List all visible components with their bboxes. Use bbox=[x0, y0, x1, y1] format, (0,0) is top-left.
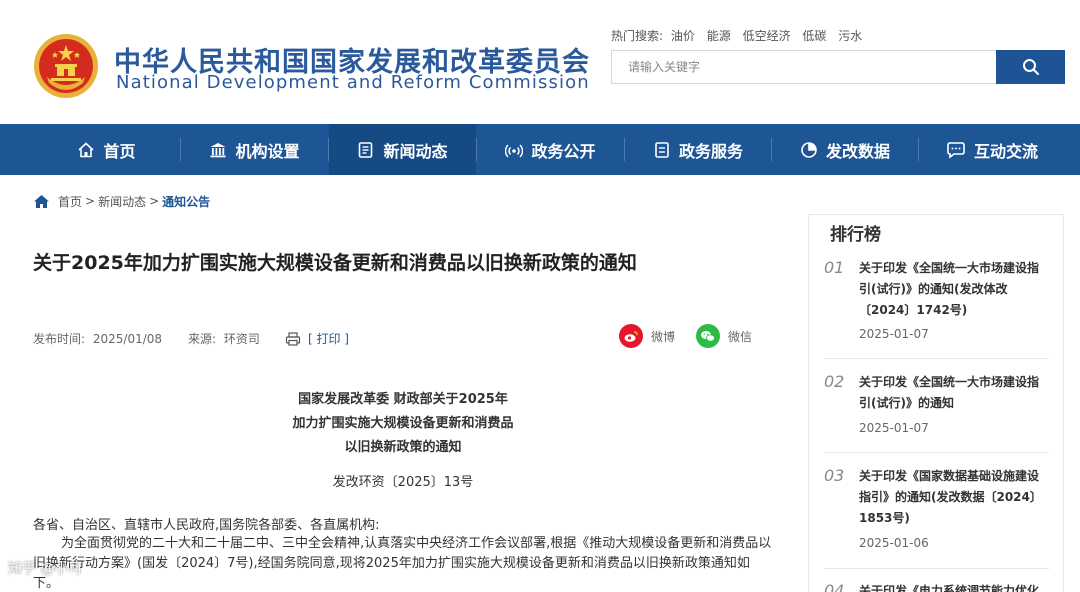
search-box bbox=[611, 50, 997, 84]
article-source: 来源: 环资司 bbox=[188, 330, 260, 347]
chat-icon bbox=[946, 141, 966, 159]
document-heading-line: 加力扩围实施大规模设备更新和消费品 bbox=[292, 416, 514, 431]
source-value: 环资司 bbox=[223, 332, 260, 346]
share-label: 微信 bbox=[728, 329, 753, 344]
search-icon bbox=[1022, 59, 1039, 75]
nav-item-gov-affairs[interactable]: 政务公开 bbox=[477, 124, 624, 175]
print-label: [ 打印 ] bbox=[308, 332, 349, 346]
ranking-date: 2025-01-07 bbox=[859, 327, 929, 341]
body-paragraph: 为全面贯彻党的二十大和二十届二中、三中全会精神,认真落实中央经济工作会议部署,根… bbox=[33, 536, 772, 591]
share-weibo[interactable]: 微博 bbox=[619, 324, 675, 348]
hot-searches-label: 热门搜索: bbox=[611, 29, 664, 43]
ranking-link[interactable]: 关于印发《全国统一大市场建设指引(试行)》的通知 bbox=[859, 372, 1049, 414]
hot-search-link[interactable]: 低碳 bbox=[802, 29, 826, 43]
document-heading-line: 以旧换新政策的通知 bbox=[344, 440, 462, 455]
addressee: 各省、自治区、直辖市人民政府,国务院各部委、各直属机构: bbox=[33, 518, 380, 533]
hot-search-link[interactable]: 低空经济 bbox=[743, 29, 791, 43]
document-heading-line: 国家发展改革委 财政部关于2025年 bbox=[298, 392, 508, 407]
nav-item-institution[interactable]: 机构设置 bbox=[181, 124, 328, 175]
site-subtitle: National Development and Reform Commissi… bbox=[116, 72, 590, 93]
nav-item-news[interactable]: 新闻动态 bbox=[329, 124, 476, 175]
hot-search-link[interactable]: 油价 bbox=[671, 29, 695, 43]
breadcrumb-home[interactable]: 首页 bbox=[58, 193, 82, 210]
breadcrumb: 首页 > 新闻动态 > 通知公告 bbox=[33, 192, 210, 210]
nav-item-data[interactable]: 发改数据 bbox=[772, 124, 918, 175]
service-icon bbox=[653, 141, 671, 159]
nav-label: 发改数据 bbox=[825, 141, 890, 161]
nav-label: 机构设置 bbox=[235, 141, 300, 161]
document-heading: 国家发展改革委 财政部关于2025年 加力扩围实施大规模设备更新和消费品 以旧换… bbox=[200, 388, 606, 460]
national-emblem-icon[interactable] bbox=[33, 33, 99, 99]
ranking-number: 02 bbox=[824, 372, 845, 391]
home-icon bbox=[77, 141, 95, 159]
news-icon bbox=[357, 141, 375, 159]
ranking-number: 04 bbox=[824, 581, 845, 592]
nav-label: 新闻动态 bbox=[383, 141, 448, 161]
hot-search-link[interactable]: 污水 bbox=[838, 29, 862, 43]
search-button[interactable] bbox=[996, 50, 1065, 84]
publish-date: 2025/01/08 bbox=[92, 332, 163, 346]
ranking-title: 排行榜 bbox=[830, 225, 881, 245]
home-icon[interactable] bbox=[33, 194, 50, 209]
nav-label: 互动交流 bbox=[973, 141, 1038, 161]
nav-item-home[interactable]: 首页 bbox=[33, 124, 180, 175]
divider bbox=[824, 568, 1049, 569]
share-wechat[interactable]: 微信 bbox=[696, 324, 752, 348]
divider bbox=[824, 358, 1049, 359]
breadcrumb-separator: > bbox=[85, 194, 96, 208]
hot-searches: 热门搜索: 油价 能源 低空经济 低碳 污水 bbox=[611, 27, 870, 44]
document-number: 发改环资〔2025〕13号 bbox=[332, 475, 474, 490]
publish-time: 发布时间: 2025/01/08 bbox=[33, 330, 162, 347]
main-nav: 首页 机构设置 新闻动态 政务公开 政务服务 发改数据 互动交流 bbox=[0, 124, 1080, 175]
breadcrumb-separator: > bbox=[149, 194, 160, 208]
article-title: 关于2025年加力扩围实施大规模设备更新和消费品以旧换新政策的通知 bbox=[33, 252, 637, 274]
site-header: 中华人民共和国国家发展和改革委员会 National Development a… bbox=[0, 0, 1080, 124]
nav-label: 政务服务 bbox=[678, 141, 743, 161]
nav-item-gov-services[interactable]: 政务服务 bbox=[625, 124, 771, 175]
ranking-number: 01 bbox=[824, 258, 845, 277]
breadcrumb-current[interactable]: 通知公告 bbox=[162, 193, 210, 210]
ranking-link[interactable]: 关于印发《电力系统调节能力优化 bbox=[859, 581, 1049, 592]
weibo-icon bbox=[619, 324, 643, 348]
ranking-link[interactable]: 关于印发《国家数据基础设施建设指引》的通知(发改数据〔2024〕1853号) bbox=[859, 466, 1049, 529]
share-label: 微博 bbox=[651, 329, 676, 344]
divider bbox=[824, 452, 1049, 453]
broadcast-icon bbox=[505, 141, 524, 159]
printer-icon bbox=[285, 331, 301, 346]
nav-item-interaction[interactable]: 互动交流 bbox=[919, 124, 1065, 175]
watermark: 知乎 @小可 bbox=[8, 561, 83, 577]
institution-icon bbox=[209, 141, 227, 159]
publish-label: 发布时间: bbox=[33, 332, 86, 346]
ranking-number: 03 bbox=[824, 466, 845, 485]
nav-label: 政务公开 bbox=[531, 141, 596, 161]
wechat-icon bbox=[696, 324, 720, 348]
source-label: 来源: bbox=[188, 332, 217, 346]
breadcrumb-news[interactable]: 新闻动态 bbox=[98, 193, 146, 210]
nav-label: 首页 bbox=[103, 141, 136, 161]
search-input[interactable] bbox=[612, 51, 997, 83]
pie-chart-icon bbox=[800, 141, 818, 159]
hot-search-link[interactable]: 能源 bbox=[707, 29, 731, 43]
ranking-date: 2025-01-06 bbox=[859, 536, 929, 550]
print-button[interactable]: [ 打印 ] bbox=[285, 330, 349, 347]
ranking-date: 2025-01-07 bbox=[859, 421, 929, 435]
ranking-link[interactable]: 关于印发《全国统一大市场建设指引(试行)》的通知(发改体改〔2024〕1742号… bbox=[859, 258, 1049, 321]
